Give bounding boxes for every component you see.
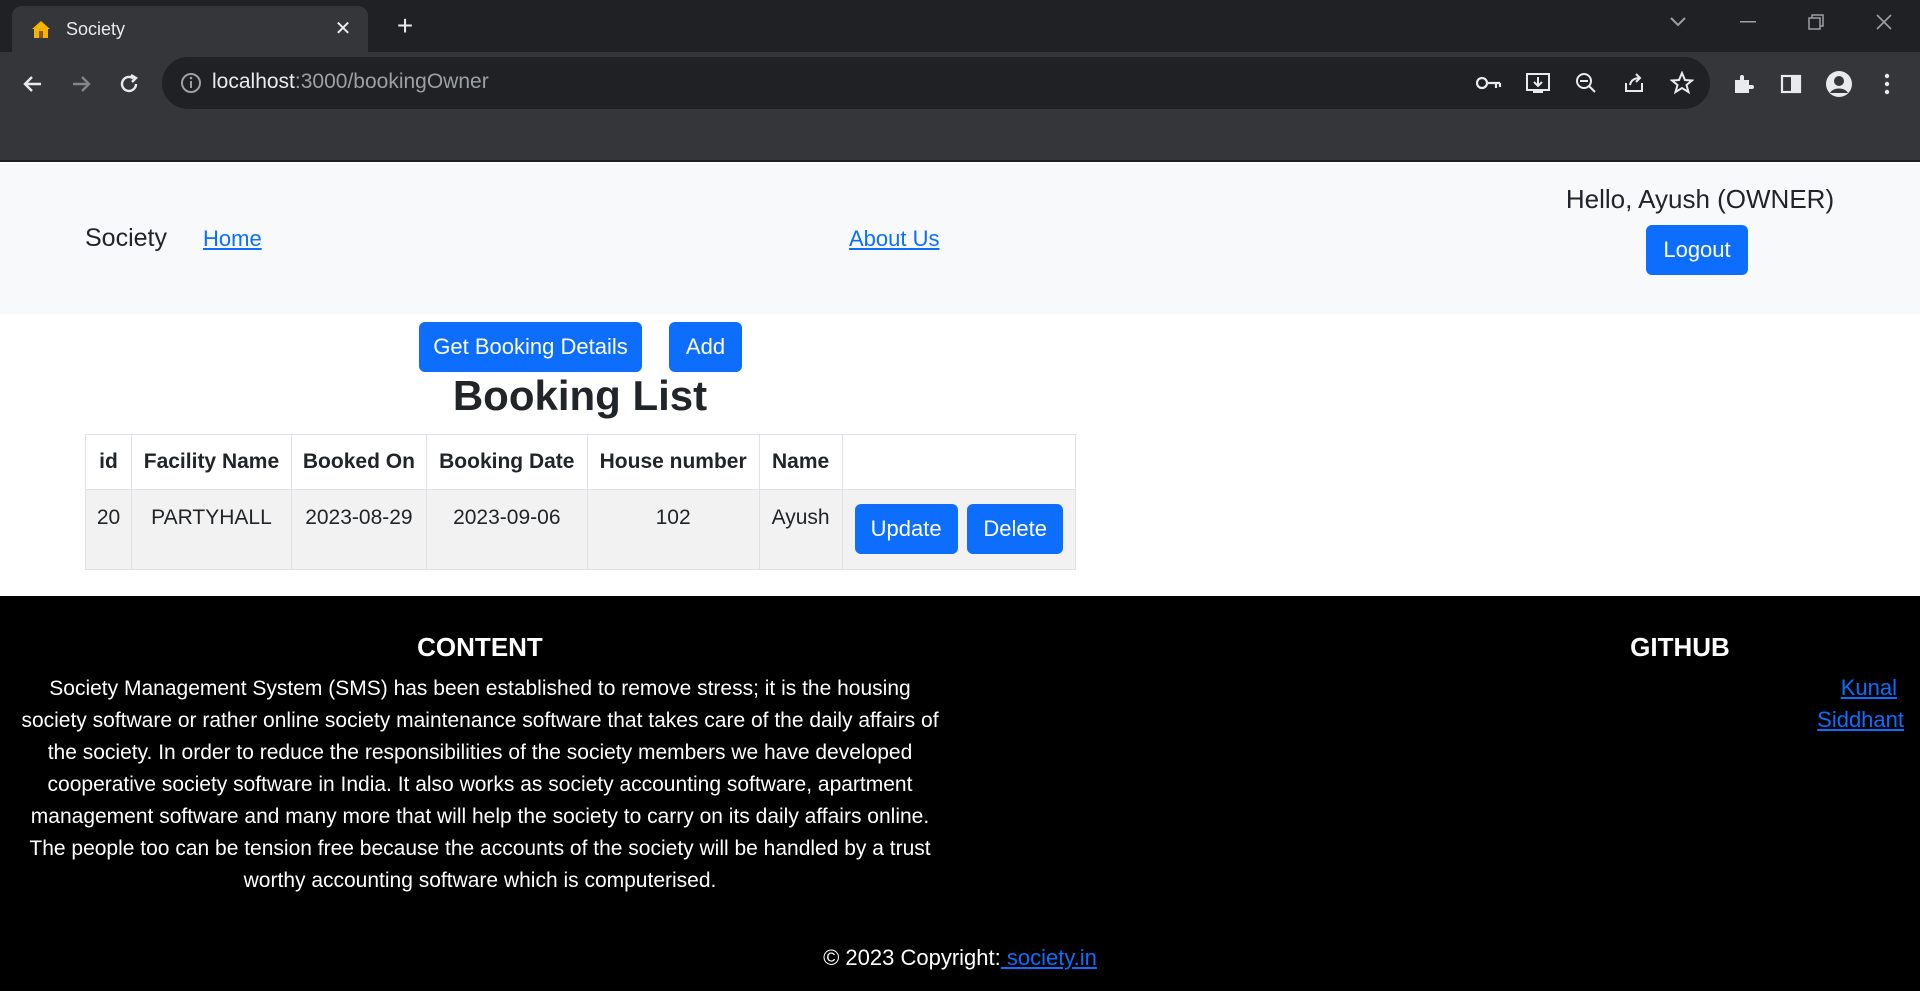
footer-content-text: Society Management System (SMS) has been… [21,677,939,892]
house-favicon-icon [32,21,50,38]
table-row: 20 PARTYHALL 2023-08-29 2023-09-06 102 A… [85,489,1077,570]
column-header-house-number: House number [586,434,760,490]
nav-link-home[interactable]: Home [203,226,262,252]
github-link-kunal[interactable]: Kunal [1841,675,1897,701]
cell-booked-on: 2023-08-29 [290,489,427,570]
column-header-id: id [85,434,132,490]
logout-button[interactable]: Logout [1646,225,1748,275]
share-icon[interactable] [1619,68,1649,98]
copyright-text: © 2023 Copyright: society.in [0,945,1920,971]
reload-icon[interactable] [109,64,149,104]
copyright-prefix: © 2023 Copyright: [823,945,1001,970]
get-booking-details-button[interactable]: Get Booking Details [419,322,642,372]
navbar-brand[interactable]: Society [85,224,167,253]
tab-close-icon[interactable]: ✕ [330,16,356,42]
column-header-name: Name [758,434,843,490]
url-text: localhost:3000/bookingOwner [212,70,489,94]
cell-actions: Update Delete [841,489,1077,570]
tab-title: Society [66,19,126,39]
nav-link-about[interactable]: About Us [849,226,940,252]
cell-id: 20 [85,489,132,570]
browser-tabstrip: Society ✕ + [0,0,1920,52]
bookmark-star-icon[interactable] [1667,68,1697,98]
address-bar[interactable]: localhost:3000/bookingOwner [162,57,1710,109]
browser-menu-icon[interactable] [1872,69,1902,99]
browser-tab[interactable]: Society ✕ [12,6,368,52]
new-tab-icon[interactable]: + [390,12,420,42]
key-icon[interactable] [1474,68,1504,98]
table-header-row: id Facility Name Booked On Booking Date … [85,434,1077,490]
tab-search-icon[interactable] [1660,8,1696,36]
github-link-siddhant[interactable]: Siddhant [1817,707,1904,733]
close-window-icon[interactable] [1866,8,1902,36]
footer-github-heading: GITHUB [1630,632,1730,662]
install-app-icon[interactable] [1523,68,1553,98]
column-header-booking-date: Booking Date [425,434,588,490]
side-panel-icon[interactable] [1776,69,1806,99]
copyright-link[interactable]: society.in [1001,945,1097,970]
restore-icon[interactable] [1798,8,1834,36]
browser-toolbar: localhost:3000/bookingOwner [0,52,1920,162]
delete-button[interactable]: Delete [967,504,1063,554]
back-icon[interactable] [13,64,53,104]
minimize-icon[interactable] [1730,8,1766,36]
cell-facility: PARTYHALL [130,489,292,570]
update-button[interactable]: Update [854,504,958,554]
site-info-icon[interactable] [178,70,204,96]
user-greeting: Hello, Ayush (OWNER) [1565,184,1835,214]
url-path: :3000/bookingOwner [294,70,489,93]
booking-table: id Facility Name Booked On Booking Date … [85,434,1077,570]
site-footer: CONTENT Society Management System (SMS) … [0,596,1920,991]
extensions-icon[interactable] [1728,69,1758,99]
page-title: Booking List [452,372,708,419]
forward-icon[interactable] [61,64,101,104]
zoom-out-icon[interactable] [1571,68,1601,98]
profile-avatar-icon[interactable] [1824,69,1854,99]
site-navbar: Society Home About Us Hello, Ayush (OWNE… [0,164,1920,314]
column-header-facility: Facility Name [130,434,292,490]
column-header-actions [841,434,1077,490]
cell-name: Ayush [758,489,843,570]
column-header-booked-on: Booked On [290,434,427,490]
cell-house-number: 102 [586,489,760,570]
footer-content-heading: CONTENT [417,632,543,662]
add-booking-button[interactable]: Add [669,322,742,372]
url-host: localhost [212,70,295,93]
cell-booking-date: 2023-09-06 [425,489,588,570]
